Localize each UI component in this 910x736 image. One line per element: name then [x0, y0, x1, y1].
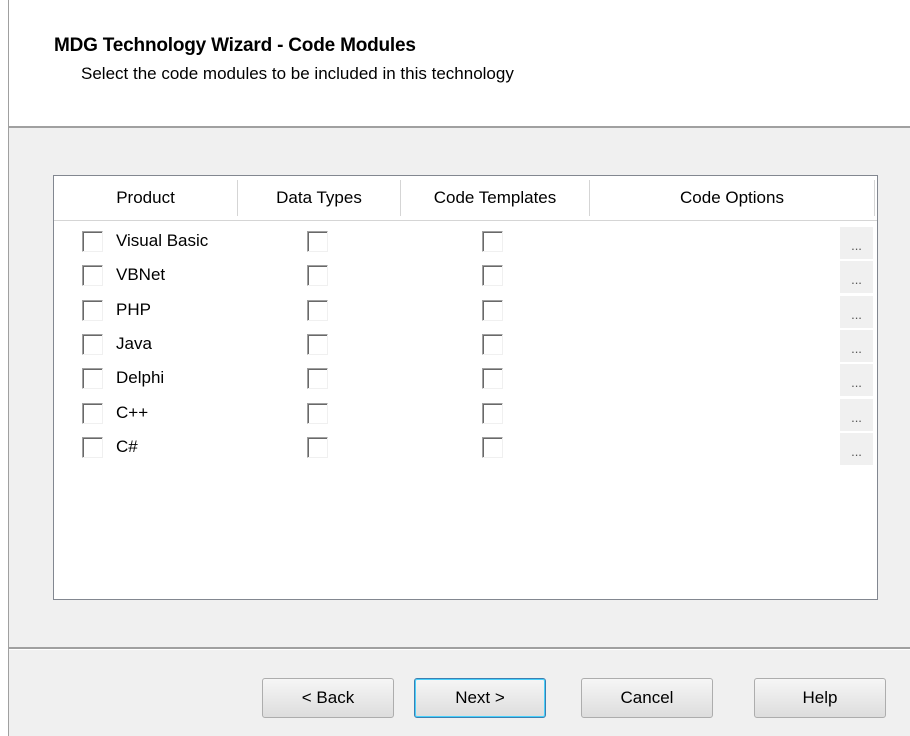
product-checkbox[interactable]	[82, 265, 103, 287]
table-row: C#...	[54, 432, 877, 466]
column-header-code-options[interactable]: Code Options	[590, 176, 874, 220]
data-types-checkbox[interactable]	[307, 436, 328, 458]
product-label: Visual Basic	[116, 231, 209, 250]
grid-header-row: Product Data Types Code Templates Code O…	[54, 176, 877, 221]
product-label: C#	[116, 436, 138, 456]
page-title: MDG Technology Wizard - Code Modules	[54, 35, 416, 56]
wizard-header: MDG Technology Wizard - Code Modules Sel…	[9, 0, 910, 126]
product-label: C++	[116, 402, 149, 422]
data-types-checkbox[interactable]	[307, 299, 328, 321]
data-types-checkbox[interactable]	[307, 333, 328, 355]
column-header-product[interactable]: Product	[54, 176, 237, 220]
help-button[interactable]: Help	[754, 678, 886, 718]
data-types-checkbox[interactable]	[307, 231, 328, 252]
code-options-ellipsis-button[interactable]: ...	[840, 398, 873, 431]
data-types-checkbox[interactable]	[307, 368, 328, 390]
code-options-ellipsis-button[interactable]: ...	[840, 295, 873, 328]
code-templates-checkbox[interactable]	[482, 231, 503, 252]
column-header-code-templates[interactable]: Code Templates	[401, 176, 589, 220]
product-checkbox[interactable]	[82, 299, 103, 321]
table-row: Delphi...	[54, 363, 877, 397]
product-checkbox[interactable]	[82, 402, 103, 424]
data-types-checkbox[interactable]	[307, 402, 328, 424]
product-checkbox[interactable]	[82, 231, 103, 252]
data-types-checkbox[interactable]	[307, 265, 328, 287]
code-templates-checkbox[interactable]	[482, 436, 503, 458]
product-label: Java	[116, 333, 152, 353]
table-row: C++...	[54, 398, 877, 432]
page-subtitle: Select the code modules to be included i…	[81, 64, 514, 83]
code-templates-checkbox[interactable]	[482, 368, 503, 390]
code-templates-checkbox[interactable]	[482, 265, 503, 287]
code-templates-checkbox[interactable]	[482, 299, 503, 321]
code-modules-grid: Product Data Types Code Templates Code O…	[53, 175, 878, 600]
next-button[interactable]: Next >	[414, 678, 546, 718]
code-templates-checkbox[interactable]	[482, 402, 503, 424]
product-checkbox[interactable]	[82, 333, 103, 355]
code-options-ellipsis-button[interactable]: ...	[840, 227, 873, 259]
code-templates-checkbox[interactable]	[482, 333, 503, 355]
code-options-ellipsis-button[interactable]: ...	[840, 329, 873, 362]
table-row: Visual Basic...	[54, 226, 877, 260]
code-options-ellipsis-button[interactable]: ...	[840, 432, 873, 465]
product-label: VBNet	[116, 265, 166, 285]
table-row: VBNet...	[54, 260, 877, 294]
table-row: Java...	[54, 329, 877, 363]
code-options-ellipsis-button[interactable]: ...	[840, 364, 873, 397]
code-options-ellipsis-button[interactable]: ...	[840, 261, 873, 294]
table-row: PHP...	[54, 295, 877, 329]
column-divider[interactable]	[874, 180, 875, 216]
column-header-data-types[interactable]: Data Types	[238, 176, 400, 220]
product-checkbox[interactable]	[82, 368, 103, 390]
cancel-button[interactable]: Cancel	[581, 678, 713, 718]
product-label: PHP	[116, 299, 151, 319]
back-button[interactable]: < Back	[262, 678, 394, 718]
product-label: Delphi	[116, 368, 165, 388]
product-checkbox[interactable]	[82, 436, 103, 458]
